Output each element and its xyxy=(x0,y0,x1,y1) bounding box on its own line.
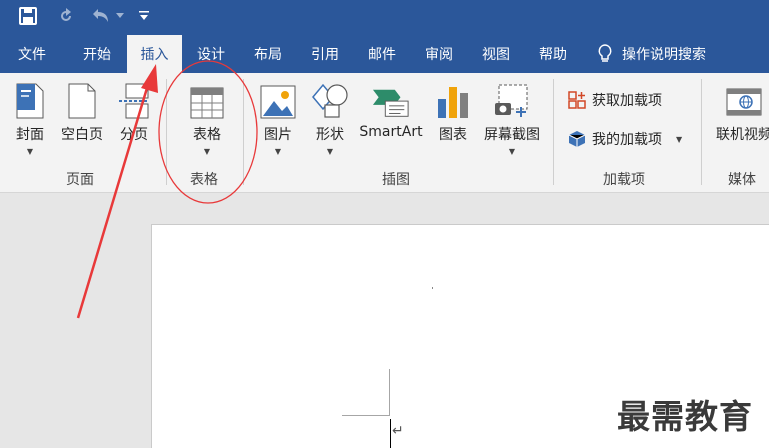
text-dot xyxy=(432,287,433,289)
tab-review[interactable]: 审阅 xyxy=(412,35,466,73)
watermark-logo: 最需教育 xyxy=(617,397,753,436)
get-addins-button[interactable]: 获取加载项 xyxy=(568,90,662,110)
chart-label: 图表 xyxy=(439,127,467,143)
page-break-label: 分页 xyxy=(120,127,148,143)
group-separator xyxy=(166,79,167,185)
chart-button[interactable]: 图表 xyxy=(435,79,471,144)
online-video-icon xyxy=(725,79,763,119)
paragraph-mark-icon: ↵ xyxy=(392,423,404,439)
ribbon: 封面 ▼ 空白页 分页 页面 表格 ▼ 表格 图片 ▼ 形状 ▼ SmartAr… xyxy=(0,73,769,193)
customize-qat-icon[interactable] xyxy=(136,2,152,30)
undo-icon[interactable] xyxy=(88,2,112,30)
pictures-label: 图片 xyxy=(264,127,292,143)
media-group-label: 媒体 xyxy=(728,172,756,188)
addins-icon xyxy=(568,130,586,148)
shapes-dropdown-icon: ▼ xyxy=(326,147,334,156)
cover-page-button[interactable]: 封面 ▼ xyxy=(10,79,50,156)
illustrations-group-label: 插图 xyxy=(382,172,410,188)
page-break-button[interactable]: 分页 xyxy=(114,79,154,144)
my-addins-label: 我的加载项 xyxy=(592,132,662,148)
table-label: 表格 xyxy=(193,127,221,143)
pictures-button[interactable]: 图片 ▼ xyxy=(258,79,298,156)
group-separator xyxy=(243,79,244,185)
tab-references[interactable]: 引用 xyxy=(298,35,352,73)
table-button[interactable]: 表格 ▼ xyxy=(185,79,229,156)
shapes-button[interactable]: 形状 ▼ xyxy=(310,79,350,156)
my-addins-dropdown-icon: ▼ xyxy=(676,134,683,144)
group-separator xyxy=(701,79,702,185)
smartart-button[interactable]: SmartArt xyxy=(358,79,424,140)
cover-page-icon xyxy=(11,79,49,119)
tab-design[interactable]: 设计 xyxy=(184,35,238,73)
smartart-icon xyxy=(372,79,410,119)
tab-layout[interactable]: 布局 xyxy=(241,35,295,73)
online-video-button[interactable]: 联机视频 xyxy=(712,79,769,144)
save-icon[interactable] xyxy=(14,2,42,30)
screenshot-button[interactable]: 屏幕截图 ▼ xyxy=(480,79,544,156)
table-group-label: 表格 xyxy=(190,172,218,188)
tab-view[interactable]: 视图 xyxy=(469,35,523,73)
store-icon xyxy=(568,91,586,109)
page-break-icon xyxy=(115,79,153,119)
smartart-label: SmartArt xyxy=(359,124,423,140)
online-video-label: 联机视频 xyxy=(716,127,769,143)
screenshot-icon xyxy=(493,79,531,119)
title-bar xyxy=(0,0,769,35)
cover-page-label: 封面 xyxy=(16,127,44,143)
my-addins-button[interactable]: 我的加载项 ▼ xyxy=(568,129,682,149)
pictures-dropdown-icon: ▼ xyxy=(274,147,282,156)
picture-icon xyxy=(259,79,297,119)
tab-insert[interactable]: 插入 xyxy=(127,35,182,73)
tell-me-label: 操作说明搜索 xyxy=(622,47,706,63)
blank-page-label: 空白页 xyxy=(61,127,103,143)
tell-me-search[interactable]: 操作说明搜索 xyxy=(598,35,706,73)
tab-home[interactable]: 开始 xyxy=(70,35,124,73)
tab-help[interactable]: 帮助 xyxy=(526,35,580,73)
text-cursor xyxy=(390,419,391,448)
chart-icon xyxy=(434,79,472,119)
undo-dropdown-icon[interactable] xyxy=(114,2,126,30)
blank-page-button[interactable]: 空白页 xyxy=(57,79,107,144)
table-dropdown-icon: ▼ xyxy=(203,147,211,156)
addins-group-label: 加载项 xyxy=(603,172,645,188)
lightbulb-icon xyxy=(598,44,612,64)
group-separator xyxy=(553,79,554,185)
table-icon xyxy=(188,79,226,119)
redo-icon[interactable] xyxy=(52,2,80,30)
cover-page-dropdown-icon: ▼ xyxy=(26,147,34,156)
tab-file[interactable]: 文件 xyxy=(4,35,60,73)
get-addins-label: 获取加载项 xyxy=(592,93,662,109)
blank-page-icon xyxy=(63,79,101,119)
tab-mailings[interactable]: 邮件 xyxy=(355,35,409,73)
pages-group-label: 页面 xyxy=(66,172,94,188)
shapes-label: 形状 xyxy=(316,127,344,143)
screenshot-dropdown-icon: ▼ xyxy=(508,147,516,156)
shapes-icon xyxy=(311,79,349,119)
margin-corner-mark xyxy=(342,369,390,416)
screenshot-label: 屏幕截图 xyxy=(484,127,540,143)
ribbon-tabs: 文件 开始 插入 设计 布局 引用 邮件 审阅 视图 帮助 操作说明搜索 xyxy=(0,35,769,73)
